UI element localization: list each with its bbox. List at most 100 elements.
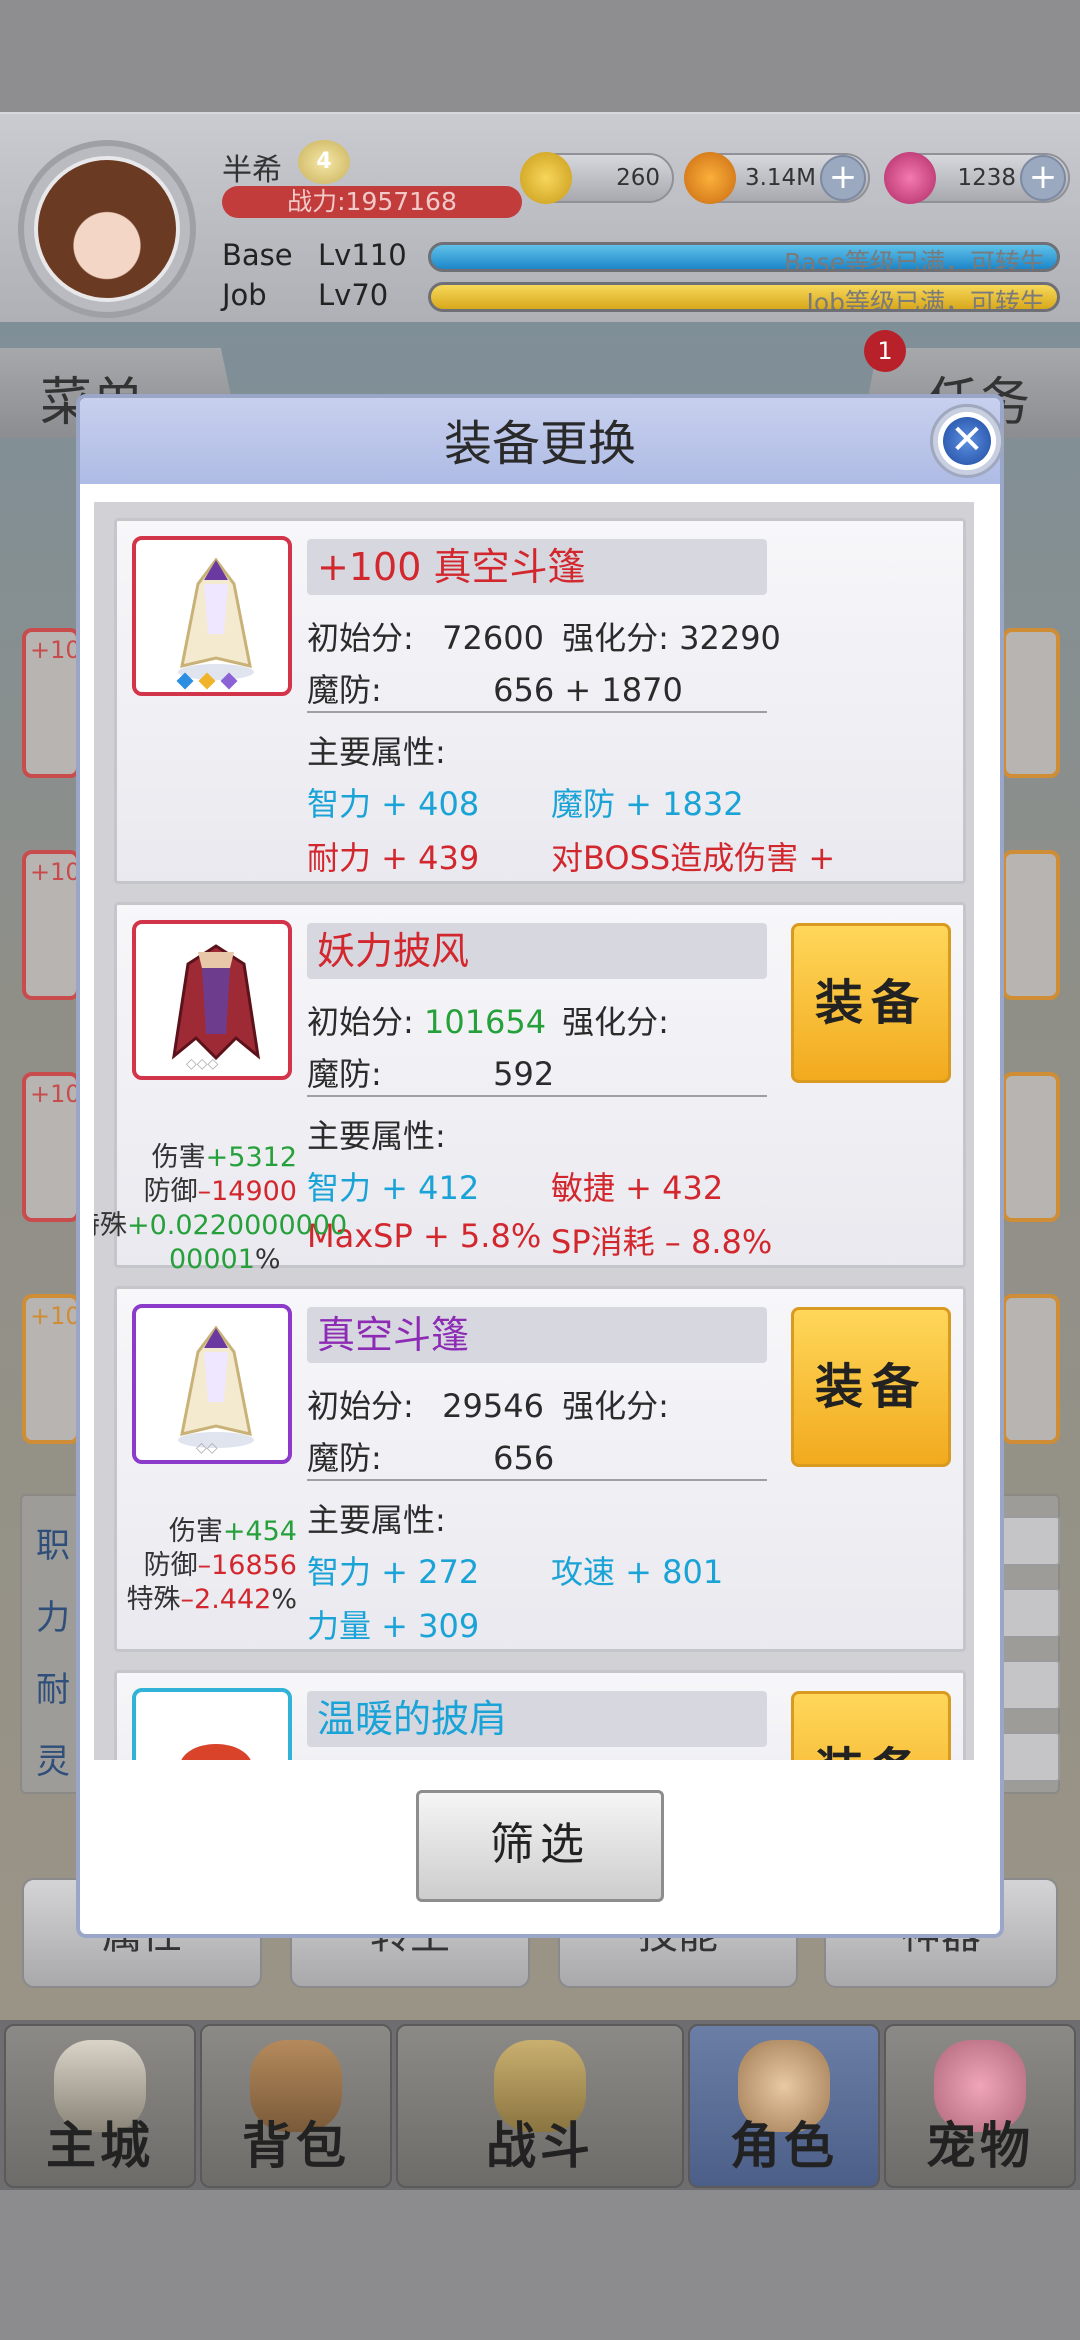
item-name: 妖力披风 — [307, 923, 767, 979]
divider — [307, 1095, 767, 1097]
damage-diff: +5312 — [205, 1142, 297, 1173]
cloak-icon — [178, 1325, 254, 1448]
crystal-display: 1238 + — [884, 152, 1070, 204]
equipment-card: ◇◇◇ 妖力披风 初始分: 101654 强化分: 0 魔防: 592 主要属性… — [94, 902, 966, 1275]
item-name: 真空斗篷 — [307, 1307, 767, 1363]
equip-slot-right-4[interactable] — [1002, 1294, 1060, 1444]
defense-diff: –14900 — [197, 1176, 297, 1207]
job-label: Job — [222, 278, 267, 312]
job-exp-bar: Job等级已满，可转生 — [428, 282, 1060, 312]
cloak-icon — [178, 557, 254, 680]
defense-value: 656 + 1870 — [493, 671, 683, 709]
status-bar-area — [0, 0, 1080, 112]
cloak-icon — [171, 944, 261, 1061]
nav-pet[interactable]: 宠物 — [884, 2024, 1076, 2188]
gold-coin-icon — [684, 152, 736, 204]
close-icon: ✕ — [943, 417, 991, 465]
shawl-icon — [181, 1744, 251, 1760]
zeny-value: 260 — [616, 165, 660, 191]
add-crystal-button[interactable]: + — [1020, 155, 1066, 201]
item-icon-frame[interactable] — [132, 1688, 292, 1760]
nav-character[interactable]: 角色 — [688, 2024, 880, 2188]
attr-2: 攻速 + 801 — [551, 1553, 724, 1591]
close-button[interactable]: ✕ — [930, 404, 1004, 478]
base-score: 101654 — [423, 1003, 547, 1041]
stat-label-int: 灵 — [36, 1742, 70, 1782]
attr-1: 智力 + 272 — [307, 1553, 480, 1591]
base-score: 72600 — [442, 619, 544, 657]
score-row: 初始分: 101654 强化分: 0 — [307, 997, 865, 1043]
base-score: 29546 — [442, 1387, 544, 1425]
equip-button[interactable]: 装备 — [791, 1307, 951, 1467]
current-equipment-card: +100 真空斗篷 初始分: 72600 强化分: 32290 魔防: 656 … — [114, 518, 966, 884]
item-icon-frame[interactable] — [132, 536, 292, 696]
screen-bottom — [0, 2190, 1080, 2340]
gem-sockets: ◇◇◇ — [186, 1056, 219, 1072]
stat-label-vit: 耐 — [36, 1670, 70, 1710]
special-diff: –2.442 — [180, 1584, 272, 1615]
nav-backpack[interactable]: 背包 — [200, 2024, 392, 2188]
attr-1: 智力 + 412 — [307, 1169, 480, 1207]
crystal-icon — [884, 152, 936, 204]
stat-label-job: 职 — [36, 1526, 70, 1566]
quest-badge: 1 — [864, 330, 906, 372]
filter-button[interactable]: 筛选 — [416, 1790, 664, 1902]
job-status: Job等级已满，可转生 — [806, 288, 1045, 312]
stat-box-3 — [1000, 1660, 1060, 1710]
stat-comparison: 伤害+454 防御–16856 特殊–2.442% — [126, 1516, 297, 1615]
gold-value: 3.14M — [744, 165, 816, 191]
base-label: Base — [222, 238, 293, 272]
equip-slot-right-2[interactable] — [1002, 850, 1060, 1000]
defense-value: 656 — [493, 1439, 555, 1477]
defense-row: 魔防: 592 — [307, 1055, 555, 1093]
equip-slot-right-1[interactable] — [1002, 628, 1060, 778]
stat-box-2 — [1000, 1588, 1060, 1638]
combat-power: 战力:1957168 — [222, 186, 522, 218]
attr-4: SP消耗 – 8.8% — [551, 1223, 773, 1261]
attr-3: 力量 + 309 — [307, 1607, 480, 1645]
defense-value: 592 — [493, 1055, 555, 1093]
score-row: 初始分: 29546 强化分: 0 — [307, 1381, 865, 1427]
defense-row: 魔防: 656 — [307, 1439, 555, 1477]
stat-label-str: 力 — [36, 1598, 70, 1638]
special-diff-cont: 00001 — [169, 1244, 255, 1275]
base-exp-bar: Base等级已满，可转生 — [428, 242, 1060, 272]
crystal-value: 1238 — [957, 165, 1016, 191]
rank-badge: 4 — [298, 140, 350, 184]
player-name: 半希 — [222, 153, 282, 188]
nav-main-city[interactable]: 主城 — [4, 2024, 196, 2188]
attr-title: 主要属性: — [307, 733, 446, 771]
zeny-display: 260 — [520, 152, 674, 204]
item-icon-frame[interactable]: ◇◇◇ — [132, 920, 292, 1080]
attr-title: 主要属性: — [307, 1501, 446, 1539]
base-level: Lv110 — [318, 238, 407, 272]
equip-slot-left-1[interactable]: +10 — [22, 628, 81, 778]
base-status: Base等级已满，可转生 — [784, 248, 1045, 272]
item-name: +100 真空斗篷 — [307, 539, 767, 595]
divider — [307, 1479, 767, 1481]
stat-box-1 — [1000, 1516, 1060, 1566]
equip-slot-right-3[interactable] — [1002, 1072, 1060, 1222]
attr-title: 主要属性: — [307, 1117, 446, 1155]
attr-3: 耐力 + 439 — [307, 839, 480, 877]
equipment-list[interactable]: +100 真空斗篷 初始分: 72600 强化分: 32290 魔防: 656 … — [94, 502, 974, 1760]
dialog-title: 装备更换 — [443, 416, 636, 472]
equip-slot-left-4[interactable]: +10 — [22, 1294, 81, 1444]
equipment-card: 温暖的披肩 装备 — [114, 1670, 966, 1760]
stat-box-4 — [1000, 1732, 1060, 1782]
item-icon-frame[interactable]: ◇◇ — [132, 1304, 292, 1464]
equip-button[interactable]: 装备 — [791, 1691, 951, 1760]
attr-4: 对BOSS造成伤害 + — [551, 839, 836, 877]
equip-slot-left-2[interactable]: +10 — [22, 850, 81, 1000]
defense-diff: –16856 — [197, 1550, 297, 1581]
nav-battle[interactable]: 战斗 — [396, 2024, 684, 2188]
special-diff: +0.0220000000 — [127, 1210, 348, 1241]
enhance-score: 32290 — [679, 619, 781, 657]
zeny-coin-icon — [520, 152, 572, 204]
avatar[interactable] — [34, 156, 180, 302]
defense-row: 魔防: 656 + 1870 — [307, 671, 683, 709]
equip-slot-left-3[interactable]: +10 — [22, 1072, 81, 1222]
attr-1: 智力 + 408 — [307, 785, 480, 823]
equip-button[interactable]: 装备 — [791, 923, 951, 1083]
add-gold-button[interactable]: + — [820, 155, 866, 201]
